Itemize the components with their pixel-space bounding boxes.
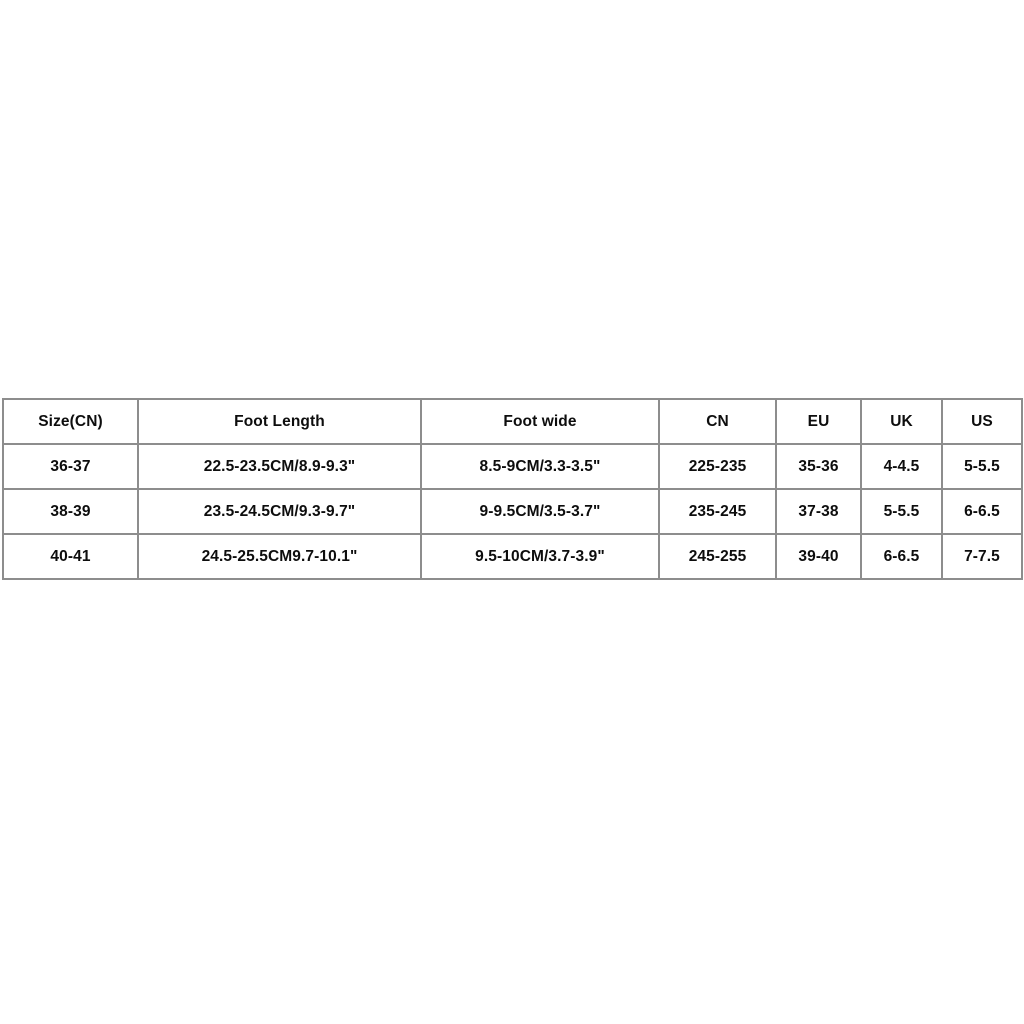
table-header-row: Size(CN) Foot Length Foot wide CN EU UK … [2,398,1023,445]
cell-uk: 5-5.5 [860,488,943,535]
cell-cn: 235-245 [658,488,777,535]
cell-us: 6-6.5 [941,488,1023,535]
cell-eu: 35-36 [775,443,862,490]
column-header-foot-wide: Foot wide [420,398,660,445]
table-row: 36-37 22.5-23.5CM/8.9-9.3" 8.5-9CM/3.3-3… [2,443,1023,490]
cell-uk: 4-4.5 [860,443,943,490]
column-header-uk: UK [860,398,943,445]
cell-foot-length: 24.5-25.5CM9.7-10.1" [137,533,422,580]
size-chart-table: Size(CN) Foot Length Foot wide CN EU UK … [2,398,1023,580]
table-header: Size(CN) Foot Length Foot wide CN EU UK … [2,398,1023,445]
table-body: 36-37 22.5-23.5CM/8.9-9.3" 8.5-9CM/3.3-3… [2,443,1023,580]
cell-foot-wide: 9-9.5CM/3.5-3.7" [420,488,660,535]
cell-us: 5-5.5 [941,443,1023,490]
cell-size-cn: 40-41 [2,533,139,580]
cell-uk: 6-6.5 [860,533,943,580]
cell-size-cn: 38-39 [2,488,139,535]
cell-eu: 39-40 [775,533,862,580]
cell-cn: 245-255 [658,533,777,580]
column-header-us: US [941,398,1023,445]
cell-us: 7-7.5 [941,533,1023,580]
table-row: 38-39 23.5-24.5CM/9.3-9.7" 9-9.5CM/3.5-3… [2,488,1023,535]
cell-foot-wide: 8.5-9CM/3.3-3.5" [420,443,660,490]
column-header-size-cn: Size(CN) [2,398,139,445]
column-header-eu: EU [775,398,862,445]
size-chart-container: Size(CN) Foot Length Foot wide CN EU UK … [2,398,1023,580]
column-header-foot-length: Foot Length [137,398,422,445]
cell-cn: 225-235 [658,443,777,490]
cell-foot-wide: 9.5-10CM/3.7-3.9" [420,533,660,580]
cell-eu: 37-38 [775,488,862,535]
table-row: 40-41 24.5-25.5CM9.7-10.1" 9.5-10CM/3.7-… [2,533,1023,580]
cell-foot-length: 23.5-24.5CM/9.3-9.7" [137,488,422,535]
column-header-cn: CN [658,398,777,445]
cell-size-cn: 36-37 [2,443,139,490]
cell-foot-length: 22.5-23.5CM/8.9-9.3" [137,443,422,490]
